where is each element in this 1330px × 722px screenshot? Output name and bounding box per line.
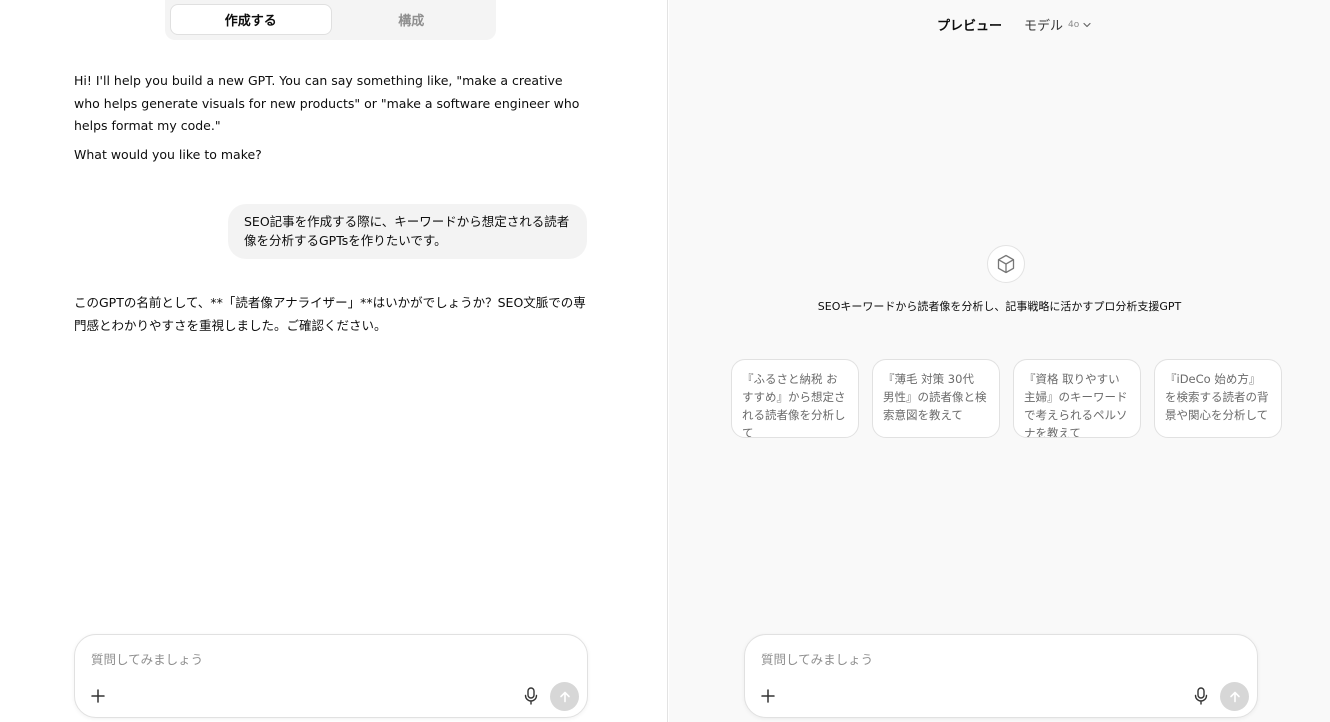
starter-card[interactable]: 『資格 取りやすい 主婦』のキーワードで考えられるペルソナを教えて bbox=[1013, 359, 1141, 438]
cube-icon bbox=[987, 245, 1025, 283]
user-message-bubble: SEO記事を作成する際に、キーワードから想定される読者像を分析するGPTsを作り… bbox=[228, 204, 587, 259]
model-label: モデル bbox=[1024, 19, 1064, 34]
builder-composer: 質問してみましょう bbox=[74, 634, 588, 718]
assistant-question-message: What would you like to make? bbox=[74, 147, 262, 162]
chevron-down-icon bbox=[1083, 22, 1091, 27]
microphone-icon[interactable] bbox=[523, 687, 539, 705]
preview-pane: プレビュー モデル 4o SEOキーワードから読者像を分析し、記事戦略に活かすプ… bbox=[669, 0, 1330, 722]
conversation-starters: 『ふるさと納税 おすすめ』から想定される読者像を分析して 『薄毛 対策 30代 … bbox=[731, 359, 1282, 438]
model-version: 4o bbox=[1068, 19, 1080, 30]
tab-configure[interactable]: 構成 bbox=[332, 4, 492, 35]
arrow-up-icon bbox=[1229, 691, 1240, 702]
model-selector[interactable]: モデル 4o bbox=[1024, 15, 1092, 34]
plus-icon[interactable] bbox=[89, 687, 107, 705]
preview-message-input[interactable]: 質問してみましょう bbox=[761, 649, 873, 668]
preview-composer: 質問してみましょう bbox=[744, 634, 1258, 718]
arrow-up-icon bbox=[559, 691, 570, 702]
starter-card[interactable]: 『薄毛 対策 30代 男性』の読者像と検索意図を教えて bbox=[872, 359, 1000, 438]
assistant-reply-message: このGPTの名前として、**「読者像アナライザー」**はいかがでしょうか？SEO… bbox=[74, 295, 586, 333]
starter-card[interactable]: 『ふるさと納税 おすすめ』から想定される読者像を分析して bbox=[731, 359, 859, 438]
plus-icon[interactable] bbox=[759, 687, 777, 705]
builder-pane: 作成する 構成 Hi! I'll help you build a new GP… bbox=[0, 0, 668, 722]
builder-message-input[interactable]: 質問してみましょう bbox=[91, 649, 203, 668]
microphone-icon[interactable] bbox=[1193, 687, 1209, 705]
gpt-description: SEOキーワードから読者像を分析し、記事戦略に活かすプロ分析支援GPT bbox=[817, 300, 1182, 313]
builder-tabs: 作成する 構成 bbox=[165, 0, 496, 40]
assistant-intro-message: Hi! I'll help you build a new GPT. You c… bbox=[74, 73, 580, 133]
send-button[interactable] bbox=[1220, 682, 1249, 711]
preview-title: プレビュー bbox=[937, 19, 1003, 34]
starter-card[interactable]: 『iDeCo 始め方』を検索する読者の背景や関心を分析して bbox=[1154, 359, 1282, 438]
tab-create[interactable]: 作成する bbox=[170, 4, 332, 35]
send-button[interactable] bbox=[550, 682, 579, 711]
